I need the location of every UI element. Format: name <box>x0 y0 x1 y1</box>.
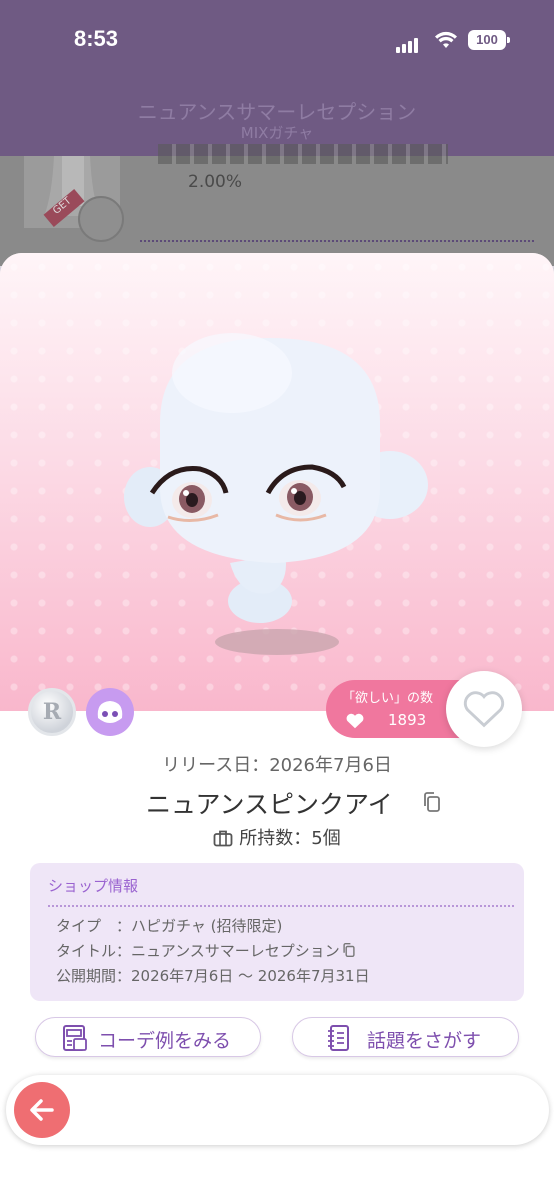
divider <box>140 240 534 242</box>
item-name: ニュアンスピンクアイ <box>146 790 393 819</box>
back-arrow-icon <box>30 1099 54 1121</box>
shop-info-title-row[interactable]: タイトル：ニュアンスサマーレセプション <box>56 940 356 961</box>
want-count-label: 「欲しい」の数 <box>342 691 434 706</box>
bag-icon <box>213 830 233 847</box>
eye-category-icon <box>86 688 134 736</box>
battery-indicator: 100 <box>468 30 510 50</box>
shop-info-title-text: タイトル：ニュアンスサマーレセプション <box>56 942 340 960</box>
view-coordinate-examples-label: コーデ例をみる <box>98 1030 232 1052</box>
want-count-value: 1893 <box>388 711 427 729</box>
copy-icon[interactable] <box>342 942 356 958</box>
page-subtitle: MIXガチャ <box>240 124 314 142</box>
shop-info-box: ショップ情報 タイプ ：ハピガチャ (招待限定) タイトル：ニュアンスサマーレセ… <box>30 863 524 1001</box>
rarity-badge: R <box>28 688 76 736</box>
page-title: ニュアンスサマーレセプション <box>137 100 417 124</box>
item-preview <box>0 253 554 711</box>
shop-info-period: 公開期間：2026年7月6日 ～ 2026年7月31日 <box>56 967 370 985</box>
heart-icon <box>346 713 364 729</box>
owned-count-text: 所持数：5個 <box>239 828 341 849</box>
avatar-preview-image <box>124 333 428 655</box>
notebook-icon <box>328 1025 349 1051</box>
back-button[interactable] <box>14 1082 70 1138</box>
wifi-icon <box>435 31 457 48</box>
bottom-bar <box>6 1075 549 1145</box>
heart-outline-icon <box>463 691 505 728</box>
background-gacha-list: GET 2.00% <box>0 144 554 266</box>
search-topics-label: 話題をさがす <box>367 1030 482 1052</box>
favorite-button[interactable] <box>446 671 522 747</box>
item-detail-sheet: R 「欲しい」の数 1893 リリース日：2026年7月6日 ニュアンスピンクア… <box>0 253 554 1200</box>
status-bar: 8:53 100 <box>0 22 554 62</box>
cellular-signal-icon <box>396 34 420 53</box>
background-drop-rate: 2.00% <box>188 172 243 192</box>
owned-count: 所持数：5個 <box>0 824 554 850</box>
view-coordinate-examples-button[interactable]: コーデ例をみる <box>35 1017 261 1057</box>
outfit-icon <box>63 1025 87 1051</box>
shop-info-type: タイプ ：ハピガチャ (招待限定) <box>56 917 283 935</box>
release-date: リリース日：2026年7月6日 <box>162 755 392 776</box>
search-topics-button[interactable]: 話題をさがす <box>292 1017 519 1057</box>
background-item-name <box>158 144 448 164</box>
copy-icon[interactable] <box>422 791 442 813</box>
header-bar: 8:53 100 ニュアンスサマーレセプション MIXガチャ <box>0 0 554 156</box>
shop-info-title: ショップ情報 <box>48 877 139 895</box>
shop-info-divider <box>48 905 514 907</box>
background-heart-button <box>78 196 124 242</box>
status-time: 8:53 <box>74 26 119 51</box>
